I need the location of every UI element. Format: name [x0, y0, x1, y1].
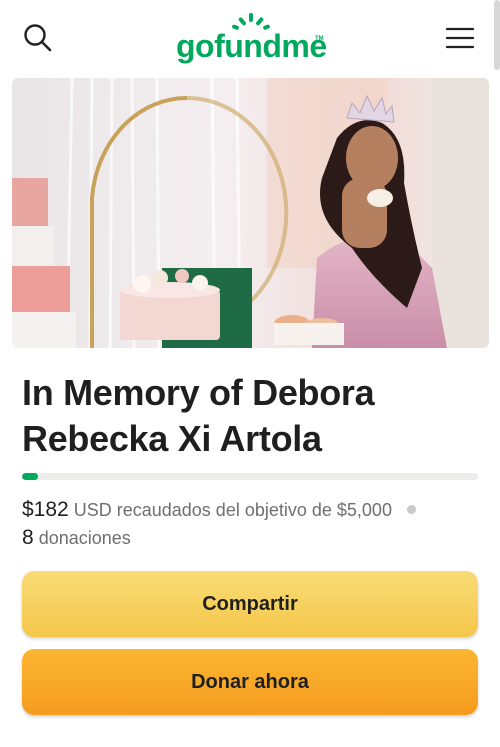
logo-wordmark: gofundme: [176, 28, 327, 64]
raised-goal-text: USD recaudados del objetivo de $5,000: [73, 500, 392, 520]
scrollbar[interactable]: [494, 0, 500, 70]
campaign-hero-image[interactable]: [12, 78, 489, 348]
separator-dot: [406, 505, 416, 514]
gofundme-logo[interactable]: gofundme TM: [176, 12, 327, 68]
donation-count-label: donaciones: [38, 528, 131, 548]
progress-fill: [22, 473, 39, 480]
donate-now-button[interactable]: Donar ahora: [22, 649, 478, 715]
raised-amount: $182: [22, 498, 69, 521]
search-icon[interactable]: [18, 18, 58, 58]
campaign-title: In Memory of Debora Rebecka Xi Artola: [22, 372, 375, 459]
share-button[interactable]: Compartir: [22, 571, 478, 637]
hamburger-menu-icon[interactable]: [440, 18, 480, 58]
donation-count: 8: [22, 526, 34, 549]
top-navigation-bar: gofundme TM: [0, 0, 500, 76]
fundraising-progress-bar: [22, 473, 478, 480]
logo-trademark: TM: [315, 36, 324, 42]
campaign-stats: $182 USD recaudados del objetivo de $5,0…: [22, 496, 482, 552]
